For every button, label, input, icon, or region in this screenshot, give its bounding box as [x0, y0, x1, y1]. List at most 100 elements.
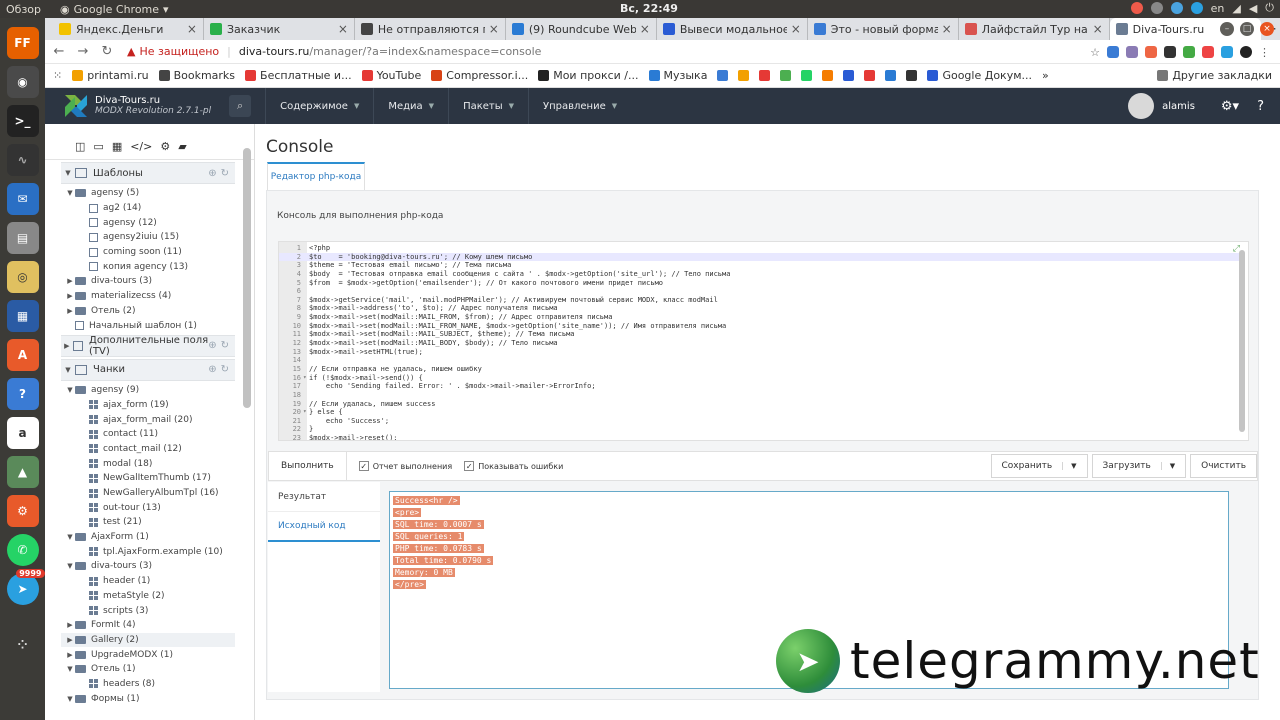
- chevron-down-icon[interactable]: ▼: [65, 665, 75, 673]
- bookmark-icon[interactable]: [822, 70, 834, 81]
- code-line[interactable]: 18: [279, 391, 1239, 400]
- chevron-down-icon[interactable]: ▼: [1160, 462, 1175, 470]
- close-icon[interactable]: ×: [640, 22, 650, 36]
- tree-node[interactable]: header (1): [61, 574, 235, 589]
- checkbox-checked-icon[interactable]: ✓: [358, 461, 369, 471]
- chevron-down-icon[interactable]: ▼: [1062, 462, 1077, 470]
- extension-icon[interactable]: [1107, 45, 1119, 58]
- star-icon[interactable]: ☆: [1090, 46, 1100, 59]
- chevron-down-icon[interactable]: ▼: [65, 386, 75, 394]
- tree-node[interactable]: ▼ diva-tours (3): [61, 559, 235, 574]
- code-line[interactable]: 19 // Если удалась, пишем success: [279, 400, 1239, 409]
- username[interactable]: alamis: [1162, 101, 1195, 112]
- code-line[interactable]: 5 $from = $modx->getOption('emailsender')…: [279, 279, 1239, 288]
- tree-node[interactable]: NewGalleryAlbumTpl (16): [61, 486, 235, 501]
- bookmark-item[interactable]: Bookmarks: [158, 69, 235, 82]
- firefox-icon[interactable]: FF: [6, 27, 39, 59]
- chevron-down-icon[interactable]: ▼: [65, 562, 75, 570]
- refresh-icon[interactable]: ↻: [221, 340, 229, 351]
- bookmark-item[interactable]: YouTube: [361, 69, 421, 82]
- close-window-button[interactable]: ×: [1260, 22, 1274, 36]
- clear-button[interactable]: Очистить: [1190, 454, 1257, 478]
- code-line[interactable]: 7 $modx->getService('mail', 'mail.modPHPM…: [279, 296, 1239, 305]
- topnav-item[interactable]: Медиа ▼: [373, 88, 448, 124]
- code-line[interactable]: 13 $modx->mail->setHTML(true);: [279, 348, 1239, 357]
- code-lines[interactable]: 1 <?php 2 $to = 'booking@diva-tours.ru'; //…: [279, 244, 1239, 440]
- code-line[interactable]: 15 // Если отправка не удалась, пишем оши…: [279, 365, 1239, 374]
- chevron-right-icon[interactable]: ▶: [65, 307, 75, 315]
- add-icon[interactable]: ⊕: [208, 168, 216, 179]
- tree-node[interactable]: agensy (12): [61, 215, 235, 230]
- telegram-icon[interactable]: ➤ 9999: [6, 569, 45, 605]
- save-button[interactable]: Сохранить ▼: [990, 454, 1088, 478]
- chevron-down-icon[interactable]: ▼: [65, 533, 75, 541]
- language-indicator[interactable]: en: [1211, 2, 1225, 15]
- tree-node[interactable]: ▶ Отель (2): [61, 304, 235, 319]
- apps-icon[interactable]: ⁙: [53, 69, 62, 82]
- chevron-right-icon[interactable]: ▶: [65, 636, 75, 644]
- code-line[interactable]: 10 $modx->mail->set(modMail::MAIL_FROM_NA…: [279, 322, 1239, 331]
- modx-logo[interactable]: [63, 93, 89, 119]
- menu-icon[interactable]: ⋮: [1259, 46, 1270, 59]
- tree-node[interactable]: ajax_form_mail (20): [61, 412, 235, 427]
- tab-php-editor[interactable]: Редактор php-кода: [267, 162, 365, 190]
- chevron-right-icon[interactable]: ▶: [61, 342, 73, 350]
- tray-app-icon[interactable]: [1170, 2, 1183, 14]
- checkbox-checked-icon[interactable]: ✓: [464, 461, 475, 471]
- extension-icon[interactable]: [1221, 45, 1233, 58]
- software-center-icon[interactable]: A: [6, 339, 39, 371]
- close-icon[interactable]: ×: [489, 22, 499, 36]
- tree-node[interactable]: ▶ diva-tours (3): [61, 274, 235, 289]
- chevron-down-icon[interactable]: ▼: [65, 695, 75, 703]
- tree-node[interactable]: ▶ FormIt (4): [61, 618, 235, 633]
- chevron-right-icon[interactable]: ▶: [65, 277, 75, 285]
- tab-source[interactable]: Исходный код: [268, 512, 380, 542]
- tree-node[interactable]: ▶ UpgradeMODX (1): [61, 647, 235, 662]
- tree-node[interactable]: coming soon (11): [61, 245, 235, 260]
- back-icon[interactable]: ←: [51, 44, 67, 59]
- tree-node[interactable]: копия agency (13): [61, 259, 235, 274]
- extension-icon[interactable]: [1145, 45, 1157, 58]
- system-monitor-icon[interactable]: ∿: [6, 144, 39, 176]
- tree-node[interactable]: ▼ agensy (5): [61, 186, 235, 201]
- tree-node[interactable]: ▼ AjaxForm (1): [61, 530, 235, 545]
- code-line[interactable]: 2 $to = 'booking@diva-tours.ru'; // Кому …: [279, 252, 1239, 262]
- bookmark-icon[interactable]: [906, 70, 918, 81]
- folder-icon[interactable]: ▰: [178, 140, 186, 153]
- system-tray[interactable]: en ◢ ◀ ⏻: [1130, 1, 1274, 15]
- address-bar[interactable]: ▲ Не защищено | diva-tours.ru /manager/?…: [127, 45, 541, 58]
- close-icon[interactable]: ×: [187, 22, 197, 36]
- browser-tab[interactable]: Заказчик ×: [204, 18, 355, 40]
- close-icon[interactable]: ×: [791, 22, 801, 36]
- layout-icon[interactable]: ◫: [75, 140, 85, 153]
- volume-icon[interactable]: ◀: [1249, 2, 1257, 15]
- extension-icon[interactable]: [1183, 45, 1195, 58]
- tree-node[interactable]: ▼ Формы (1): [61, 691, 235, 706]
- template-icon[interactable]: ▭: [93, 140, 103, 153]
- tree-node[interactable]: NewGalItemThumb (17): [61, 471, 235, 486]
- browser-tab[interactable]: Это - новый формат ×: [808, 18, 959, 40]
- section-templates[interactable]: ▼ Шаблоны ⊕ ↻: [61, 162, 235, 184]
- code-line[interactable]: 22}: [279, 425, 1239, 434]
- maximize-button[interactable]: □: [1240, 22, 1254, 36]
- help-icon[interactable]: ?: [6, 378, 39, 410]
- power-icon[interactable]: ⏻: [1265, 1, 1274, 15]
- tree-node[interactable]: contact_mail (12): [61, 442, 235, 457]
- bookmark-item[interactable]: printami.ru: [72, 69, 149, 82]
- tree-node[interactable]: modal (18): [61, 456, 235, 471]
- tab-result[interactable]: Результат: [268, 482, 380, 512]
- tree-node[interactable]: headers (8): [61, 677, 235, 692]
- avatar[interactable]: [1128, 93, 1155, 119]
- browser-tab[interactable]: Вывеси модальное о ×: [657, 18, 808, 40]
- bookmark-item[interactable]: Мои прокси /...: [538, 69, 639, 82]
- load-button[interactable]: Загрузить ▼: [1091, 454, 1187, 478]
- forward-icon[interactable]: →: [75, 44, 91, 59]
- tree-node[interactable]: out-tour (13): [61, 500, 235, 515]
- code-line[interactable]: 14: [279, 356, 1239, 365]
- refresh-icon[interactable]: ↻: [221, 168, 229, 179]
- bookmark-icon[interactable]: [780, 70, 792, 81]
- editor-scrollbar[interactable]: [1239, 250, 1245, 432]
- code-line[interactable]: 23 $modx->mail->reset();: [279, 434, 1239, 440]
- tree-node[interactable]: test (21): [61, 515, 235, 530]
- bookmark-icon[interactable]: [759, 70, 771, 81]
